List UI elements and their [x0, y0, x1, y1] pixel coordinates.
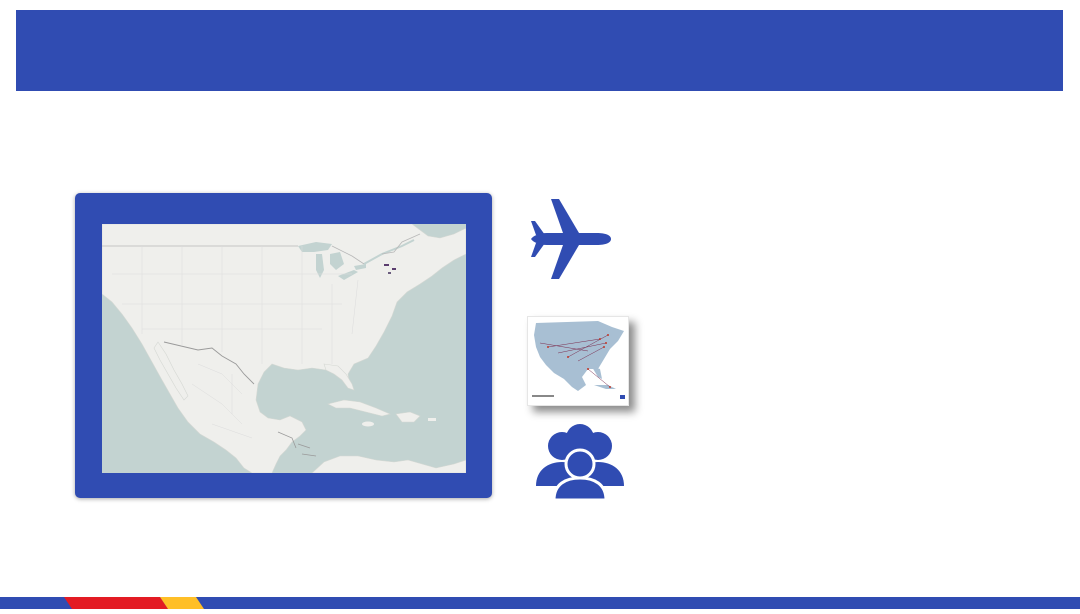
- route-map-legend: [532, 395, 554, 397]
- route-map-thumbnail[interactable]: [527, 316, 629, 406]
- land-jamaica: [362, 421, 374, 427]
- land-puerto-rico: [428, 418, 436, 421]
- map-frame: [75, 193, 492, 498]
- route-map-badge: [620, 395, 625, 399]
- people-group-icon: [534, 424, 626, 502]
- footer-brand-stripe: [0, 596, 1080, 609]
- north-america-map: [102, 224, 466, 473]
- header-bar: [16, 10, 1063, 91]
- map-view[interactable]: [102, 224, 466, 473]
- airplane-icon: [524, 192, 618, 286]
